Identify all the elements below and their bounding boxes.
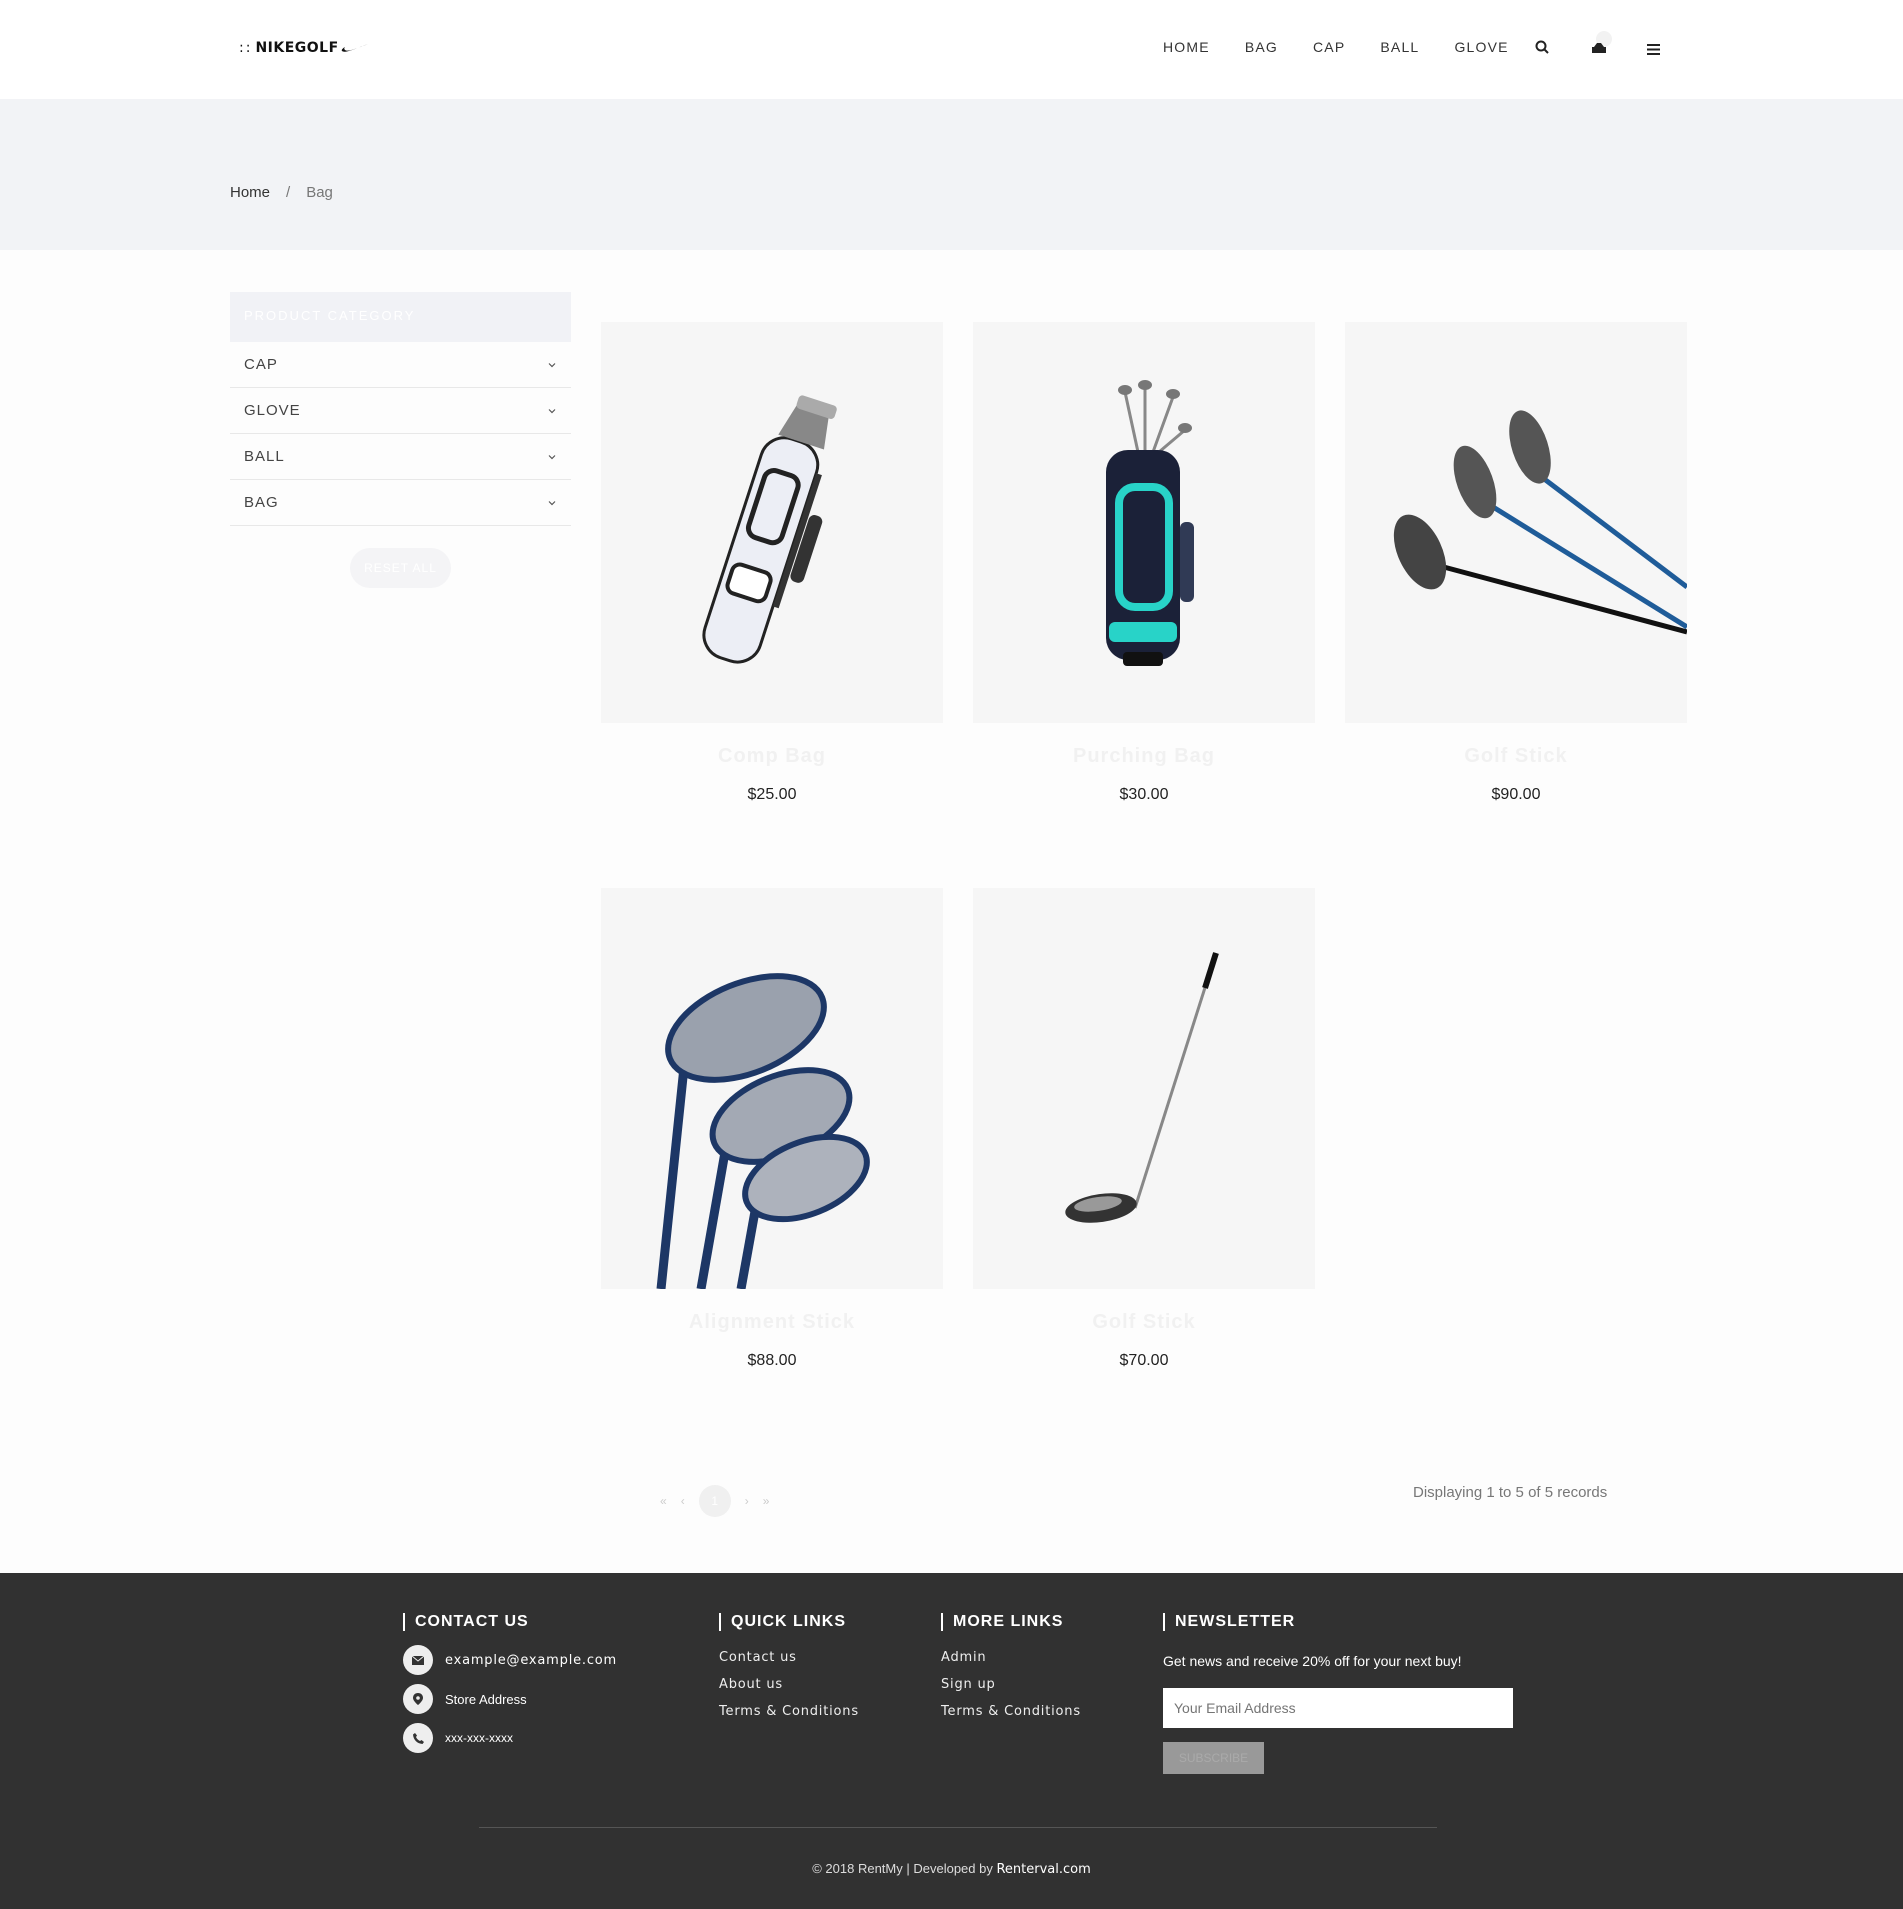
product-image[interactable] [601, 888, 943, 1289]
nav-ball[interactable]: BALL [1380, 38, 1419, 56]
chevron-down-icon [548, 362, 556, 367]
footer-quick-links: QUICK LINKS Contact us About us Terms & … [719, 1613, 859, 1720]
sidebar-item-ball[interactable]: BALL [230, 434, 571, 480]
product-name[interactable]: Purching Bag [973, 745, 1315, 769]
product-image[interactable] [601, 322, 943, 723]
footer-link-admin[interactable]: Admin [941, 1649, 1081, 1666]
sidebar-title: PRODUCT CATEGORY [230, 292, 571, 342]
phone-icon [403, 1723, 433, 1753]
footer-more-links-title: MORE LINKS [941, 1613, 1081, 1631]
reset-all-button[interactable]: RESET ALL [350, 548, 451, 588]
copyright-text: © 2018 RentMy | Developed by [812, 1861, 997, 1876]
logo-dots: :: [239, 40, 253, 56]
site-footer: CONTACT US example@example.com Store Add… [0, 1573, 1903, 1909]
breadcrumb-home[interactable]: Home [230, 184, 270, 201]
sidebar-item-label: BALL [244, 448, 285, 465]
site-header: :: NIKEGOLF HOME BAG CAP BALL GLOVE [0, 0, 1903, 99]
pagination-current-page[interactable]: 1 [698, 1485, 731, 1517]
product-card[interactable]: Comp Bag $25.00 [601, 322, 943, 804]
product-card[interactable]: Alignment Stick $88.00 [601, 888, 943, 1370]
category-sidebar: PRODUCT CATEGORY CAP GLOVE BALL BAG RESE… [230, 292, 571, 588]
breadcrumb-separator: / [286, 184, 291, 201]
product-image[interactable] [973, 322, 1315, 723]
footer-link-terms-more[interactable]: Terms & Conditions [941, 1703, 1081, 1720]
newsletter-text: Get news and receive 20% off for your ne… [1163, 1653, 1462, 1669]
footer-contact-title: CONTACT US [403, 1613, 617, 1631]
product-name[interactable]: Golf Stick [1345, 745, 1687, 769]
product-price: $70.00 [1119, 1352, 1169, 1369]
product-image[interactable] [1345, 322, 1687, 723]
main-nav: HOME BAG CAP BALL GLOVE [1163, 38, 1544, 56]
sidebar-item-bag[interactable]: BAG [230, 480, 571, 526]
footer-quick-links-title: QUICK LINKS [719, 1613, 859, 1631]
brand-logo[interactable]: :: NIKEGOLF [239, 40, 369, 56]
contact-email-row: example@example.com [403, 1645, 617, 1675]
records-count: Displaying 1 to 5 of 5 records [1413, 1484, 1608, 1501]
developer-link[interactable]: Renterval.com [996, 1862, 1090, 1877]
chevron-down-icon [548, 454, 556, 459]
search-icon[interactable] [1535, 40, 1549, 59]
product-price: $90.00 [1491, 786, 1541, 803]
contact-email[interactable]: example@example.com [445, 1653, 617, 1668]
nav-home[interactable]: HOME [1163, 38, 1210, 56]
copyright: © 2018 RentMy | Developed by Renterval.c… [0, 1861, 1903, 1877]
sidebar-item-label: GLOVE [244, 402, 301, 419]
sidebar-item-cap[interactable]: CAP [230, 342, 571, 388]
pagination-last[interactable]: » [763, 1494, 770, 1508]
pagination: « ‹ 1 › » [660, 1485, 769, 1517]
product-name[interactable]: Golf Stick [973, 1311, 1315, 1335]
nav-bag[interactable]: BAG [1245, 38, 1278, 56]
pagination-prev[interactable]: ‹ [681, 1494, 685, 1508]
nav-cap[interactable]: CAP [1313, 38, 1345, 56]
footer-newsletter: NEWSLETTER Get news and receive 20% off … [1163, 1613, 1513, 1774]
swoosh-icon [341, 44, 368, 52]
logo-text: NIKEGOLF [255, 40, 339, 56]
subscribe-button[interactable]: SUBSCRIBE [1163, 1742, 1264, 1774]
product-image[interactable] [973, 888, 1315, 1289]
footer-more-links: MORE LINKS Admin Sign up Terms & Conditi… [941, 1613, 1081, 1720]
breadcrumb-band [0, 99, 1903, 250]
breadcrumb-current: Bag [306, 184, 333, 201]
footer-newsletter-title: NEWSLETTER [1163, 1613, 1513, 1631]
footer-contact: CONTACT US example@example.com Store Add… [403, 1613, 617, 1753]
footer-link-signup[interactable]: Sign up [941, 1676, 1081, 1693]
pagination-first[interactable]: « [660, 1494, 667, 1508]
contact-phone: xxx-xxx-xxxx [445, 1731, 513, 1745]
product-price: $88.00 [747, 1352, 797, 1369]
footer-divider [479, 1827, 1437, 1828]
product-price: $25.00 [747, 786, 797, 803]
product-card[interactable]: Purching Bag $30.00 [973, 322, 1315, 804]
map-pin-icon [403, 1684, 433, 1714]
newsletter-email-input[interactable] [1163, 1688, 1513, 1728]
product-card[interactable]: Golf Stick $90.00 [1345, 322, 1687, 804]
pagination-next[interactable]: › [745, 1494, 749, 1508]
product-price: $30.00 [1119, 786, 1169, 803]
breadcrumb: Home / Bag [230, 184, 333, 201]
contact-address: Store Address [445, 1691, 527, 1707]
contact-phone-row: xxx-xxx-xxxx [403, 1723, 617, 1753]
contact-address-row: Store Address [403, 1684, 617, 1714]
sidebar-item-label: CAP [244, 356, 278, 373]
sidebar-item-label: BAG [244, 494, 279, 511]
chevron-down-icon [548, 500, 556, 505]
chevron-down-icon [548, 408, 556, 413]
product-name[interactable]: Alignment Stick [601, 1311, 943, 1335]
nav-glove[interactable]: GLOVE [1454, 38, 1508, 56]
hamburger-icon[interactable] [1647, 42, 1660, 60]
footer-link-contact[interactable]: Contact us [719, 1649, 859, 1666]
product-card[interactable]: Golf Stick $70.00 [973, 888, 1315, 1370]
product-name[interactable]: Comp Bag [601, 745, 943, 769]
sidebar-item-glove[interactable]: GLOVE [230, 388, 571, 434]
envelope-icon [403, 1645, 433, 1675]
footer-link-about[interactable]: About us [719, 1676, 859, 1693]
footer-link-terms[interactable]: Terms & Conditions [719, 1703, 859, 1720]
cart-icon[interactable] [1590, 30, 1612, 61]
